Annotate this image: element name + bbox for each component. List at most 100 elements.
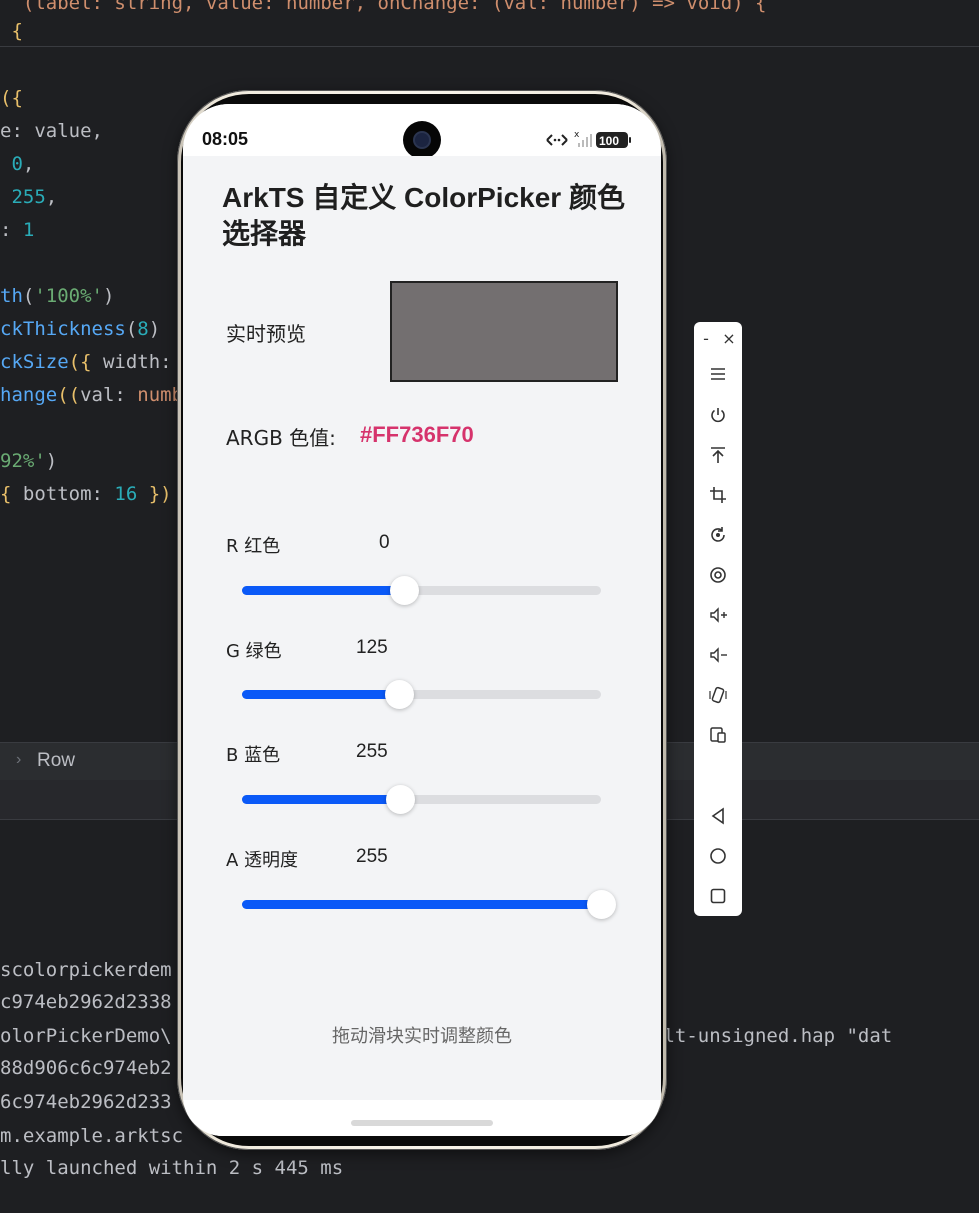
page-title: ArkTS 自定义 ColorPicker 颜色选择器 [222,182,625,249]
slider-blue[interactable] [242,785,601,814]
code-line: : 1 [0,215,34,245]
code-token: ) [148,318,161,340]
slider-label-blue: B 蓝色 [226,745,281,766]
console-line: 88d906c6c974eb2 [0,1057,172,1079]
status-icons: x 100 [546,130,631,148]
code-token: width: [91,351,172,373]
multi-device-button[interactable] [694,719,742,751]
code-token: , [45,186,58,208]
code-token: { [0,483,12,505]
pin-top-button[interactable] [694,439,742,471]
slider-red[interactable] [242,576,601,605]
battery-icon: 100 [596,132,631,148]
volume-down-button[interactable] [694,639,742,671]
menu-button[interactable] [694,358,742,390]
navigation-area [183,1100,661,1136]
editor-divider [0,46,979,47]
slider-value-red: 0 [379,532,390,553]
phone-screen[interactable]: 08:05 x 100 ArkTS 自定义 ColorPicker 颜色选择器 … [183,104,661,1136]
pin-top-icon [711,447,725,463]
code-line: { bottom: 16 }) [0,479,172,509]
screenshot-button[interactable] [694,559,742,591]
code-token: (( [57,384,81,406]
slider-thumb[interactable] [385,785,415,814]
console-line: scolorpickerdem [0,959,172,981]
code-token: 1 [22,219,35,241]
code-line: ckSize({ width: [0,347,172,377]
power-icon [711,408,725,423]
code-token: '100%' [34,285,103,307]
code-token: 8 [137,318,149,340]
back-button[interactable] [694,800,742,832]
code-token: ) [45,450,58,472]
code-token: 16 [114,483,138,505]
emulator-toolbar: - × [694,322,742,916]
recents-button[interactable] [694,880,742,912]
code-token: ( [125,318,138,340]
home-button[interactable] [694,840,742,872]
code-token: ckSize [0,351,69,373]
volume-up-button[interactable] [694,599,742,631]
shake-button[interactable] [694,679,742,711]
minimize-button[interactable]: - [696,328,716,348]
volume-up-icon [710,607,727,623]
code-token: ) { [732,0,767,14]
console-line: c974eb2962d2338 [0,991,172,1013]
code-line: th('100%') [0,281,114,311]
argb-label: ARGB 色值: [226,426,336,450]
code-token: ( [22,285,35,307]
code-token: val: [80,384,138,406]
code-token: void [686,0,733,14]
code-token: string [114,0,184,14]
hint-text: 拖动滑块实时调整颜色 [332,1026,512,1047]
code-token: (label: [22,0,115,14]
code-line: 0, [0,149,34,179]
code-line: (label: string, value: number, onChange:… [0,0,767,18]
slider-thumb[interactable] [384,680,414,709]
code-line: hange((val: numb [0,380,183,410]
slider-thumb[interactable] [587,890,616,919]
code-token: 92%' [0,450,46,472]
code-token: 255 [11,186,46,208]
breadcrumb-item-row[interactable]: Row [37,750,75,772]
volume-down-icon [710,647,727,663]
crop-icon [710,487,726,503]
status-time: 08:05 [202,129,249,149]
slider-fill [242,795,400,804]
recents-icon [710,888,726,904]
code-line: { [0,16,22,46]
code-token: ({ [68,351,92,373]
signal-icon: x [574,130,592,147]
slider-fill [242,900,601,909]
code-token: e: value, [0,120,103,142]
crop-button[interactable] [694,479,742,511]
code-token: bottom: [11,483,115,505]
back-icon [711,807,724,825]
console-line: m.example.arktsc [0,1125,184,1147]
code-token: th [0,285,23,307]
argb-value: #FF736F70 [360,422,474,447]
close-button[interactable]: × [719,328,739,348]
code-line: 255, [0,182,57,212]
code-token: ) [102,285,115,307]
slider-fill [242,690,399,699]
slider-value-green: 125 [356,637,388,658]
slider-thumb[interactable] [390,576,420,605]
slider-fill [242,586,405,595]
slider-green[interactable] [242,680,601,709]
code-token: , [22,153,35,175]
slider-value-alpha: 255 [356,846,388,867]
screenshot-icon [710,567,726,583]
code-token: number [560,0,630,14]
slider-alpha[interactable] [242,890,616,919]
code-token: hange [0,384,58,406]
code-token: : [0,219,23,241]
rotate-button[interactable] [694,519,742,551]
slider-label-green: G 绿色 [226,641,282,662]
power-button[interactable] [694,399,742,431]
home-indicator[interactable] [351,1120,493,1126]
code-line: ({ [0,83,23,113]
status-bar: 08:05 x 100 [183,104,661,159]
front-camera [403,121,441,159]
